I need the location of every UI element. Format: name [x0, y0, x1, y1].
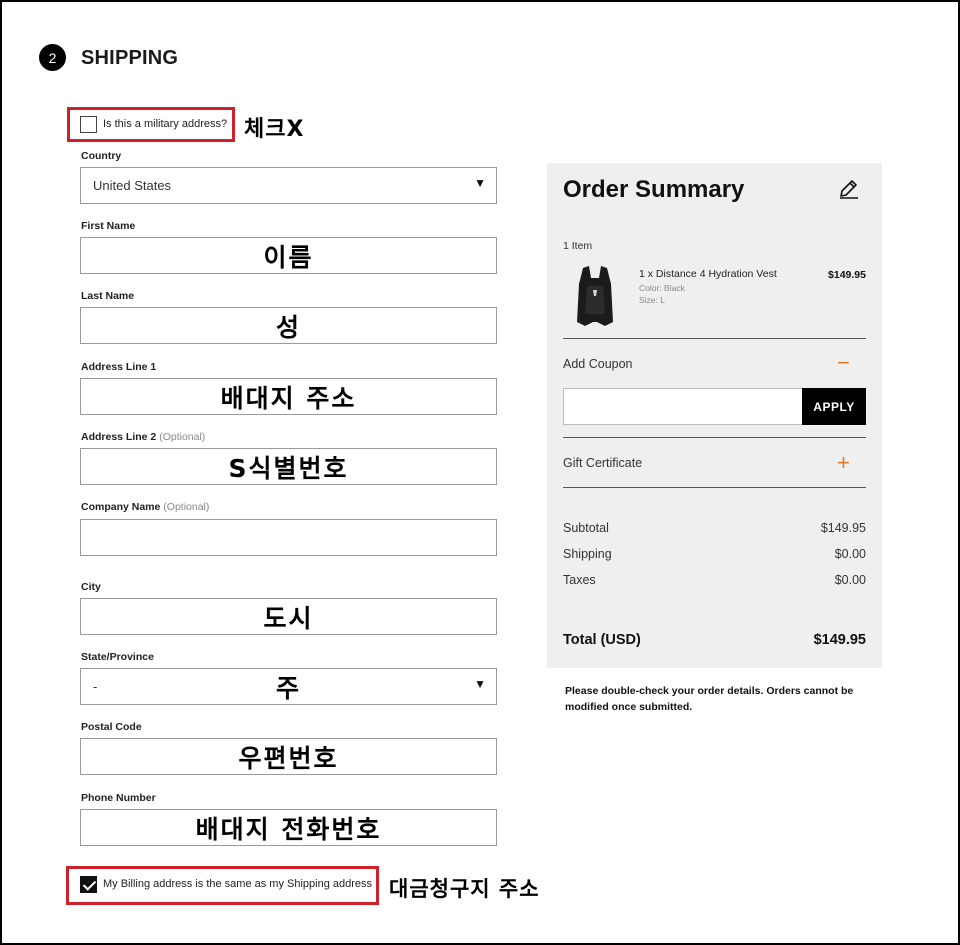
company-label: Company Name (Optional): [81, 501, 209, 513]
shipping-value: $0.00: [834, 547, 866, 561]
last-name-label: Last Name: [81, 290, 135, 302]
state-label: State/Province: [81, 651, 154, 663]
subtotal-label: Subtotal: [563, 521, 609, 535]
divider: [563, 487, 866, 488]
item-count: 1 Item: [563, 240, 593, 252]
phone-value: 배대지 전화번호: [195, 814, 382, 844]
edit-pencil-icon[interactable]: [837, 177, 861, 201]
apply-button[interactable]: APPLY: [802, 388, 866, 425]
phone-label: Phone Number: [81, 792, 156, 804]
order-summary-title: Order Summary: [563, 176, 745, 203]
company-optional: (Optional): [163, 501, 210, 513]
add-coupon-label[interactable]: Add Coupon: [563, 357, 633, 371]
postal-value: 우편번호: [238, 743, 339, 773]
military-annotation: 체크X: [244, 117, 305, 142]
chevron-down-icon: ▼: [474, 176, 486, 190]
billing-same-label: My Billing address is the same as my Shi…: [103, 878, 373, 890]
city-value: 도시: [263, 603, 314, 633]
total-label: Total (USD): [563, 632, 641, 648]
divider: [563, 338, 866, 339]
product-price: $149.95: [828, 269, 866, 281]
country-value: United States: [93, 178, 172, 193]
minus-icon[interactable]: −: [837, 352, 850, 374]
first-name-input[interactable]: 이름: [80, 237, 497, 274]
address1-value: 배대지 주소: [220, 383, 357, 413]
total-value: $149.95: [813, 632, 866, 648]
taxes-value: $0.00: [834, 573, 866, 587]
divider: [563, 437, 866, 438]
taxes-label: Taxes: [563, 573, 596, 587]
country-select[interactable]: United States ▼: [80, 167, 497, 204]
chevron-down-icon: ▼: [474, 677, 486, 691]
company-label-text: Company Name: [81, 501, 161, 513]
address1-input[interactable]: 배대지 주소: [80, 378, 497, 415]
state-select[interactable]: - 주 ▼: [80, 668, 497, 705]
phone-input[interactable]: 배대지 전화번호: [80, 809, 497, 846]
step-number-badge: 2: [39, 44, 66, 71]
product-size: Size: L: [639, 295, 665, 305]
shipping-label: Shipping: [563, 547, 612, 561]
address2-input[interactable]: S식별번호: [80, 448, 497, 485]
address2-label-text: Address Line 2: [81, 431, 157, 443]
billing-annotation: 대금청구지 주소: [389, 877, 540, 901]
military-address-checkbox[interactable]: [80, 116, 97, 133]
address2-value: S식별번호: [228, 453, 349, 483]
company-input[interactable]: [80, 519, 497, 556]
product-name: 1 x Distance 4 Hydration Vest: [639, 268, 777, 280]
section-title: SHIPPING: [81, 47, 179, 69]
order-summary-panel: Order Summary 1 Item 1 x Distance 4 Hydr…: [547, 163, 882, 668]
first-name-label: First Name: [81, 220, 136, 232]
subtotal-value: $149.95: [820, 521, 866, 535]
gift-certificate-label[interactable]: Gift Certificate: [563, 456, 642, 470]
plus-icon[interactable]: +: [837, 452, 850, 474]
product-color: Color: Black: [639, 283, 685, 293]
last-name-value: 성: [275, 312, 301, 342]
country-label: Country: [81, 150, 122, 162]
military-address-label: Is this a military address?: [103, 118, 228, 130]
state-value: 주: [275, 673, 301, 703]
address2-label: Address Line 2 (Optional): [81, 431, 205, 443]
address2-optional: (Optional): [159, 431, 206, 443]
postal-input[interactable]: 우편번호: [80, 738, 497, 775]
postal-label: Postal Code: [81, 721, 142, 733]
last-name-input[interactable]: 성: [80, 307, 497, 344]
first-name-value: 이름: [263, 242, 314, 272]
address1-label: Address Line 1: [81, 361, 157, 373]
coupon-input[interactable]: [563, 388, 803, 425]
billing-same-checkbox[interactable]: [80, 876, 97, 893]
city-label: City: [81, 581, 101, 593]
order-disclaimer: Please double-check your order details. …: [565, 685, 854, 713]
company-value: [81, 520, 496, 555]
product-thumbnail: [577, 266, 613, 326]
city-input[interactable]: 도시: [80, 598, 497, 635]
